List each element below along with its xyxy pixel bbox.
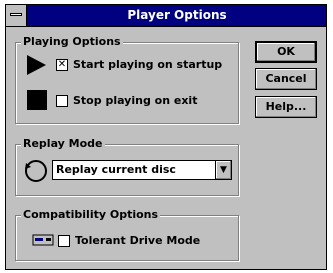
compatibility-options-label: Compatibility Options (21, 208, 161, 221)
tolerant-drive-mode-checkbox[interactable] (58, 235, 70, 247)
window-title: Player Options (127, 8, 227, 22)
player-options-dialog: Player Options Playing Options ✕ Start p… (5, 4, 327, 270)
stop-on-exit-label: Stop playing on exit (73, 94, 198, 107)
title-bar: Player Options (6, 5, 326, 27)
drive-icon (32, 234, 54, 246)
ok-button[interactable]: OK (255, 41, 317, 63)
cancel-button[interactable]: Cancel (255, 68, 317, 90)
stop-icon (27, 90, 47, 110)
system-menu-icon[interactable] (6, 5, 27, 26)
start-on-startup-checkbox[interactable]: ✕ (56, 59, 68, 71)
play-icon (27, 55, 46, 75)
replay-mode-label: Replay Mode (21, 137, 105, 150)
replay-mode-group: Replay Mode Replay current disc ▼ (15, 137, 239, 196)
playing-options-group: Playing Options ✕ Start playing on start… (15, 35, 239, 124)
replay-mode-value: Replay current disc (56, 163, 176, 176)
chevron-down-icon[interactable]: ▼ (215, 161, 231, 179)
help-button[interactable]: Help... (255, 96, 317, 118)
compatibility-options-group: Compatibility Options Tolerant Drive Mod… (15, 208, 239, 261)
tolerant-drive-mode-label: Tolerant Drive Mode (75, 234, 201, 247)
playing-options-label: Playing Options (21, 35, 123, 48)
start-on-startup-label: Start playing on startup (73, 58, 223, 71)
replay-mode-select[interactable]: Replay current disc ▼ (52, 160, 232, 180)
stop-on-exit-checkbox[interactable] (56, 95, 68, 107)
replay-loop-icon (25, 160, 47, 182)
